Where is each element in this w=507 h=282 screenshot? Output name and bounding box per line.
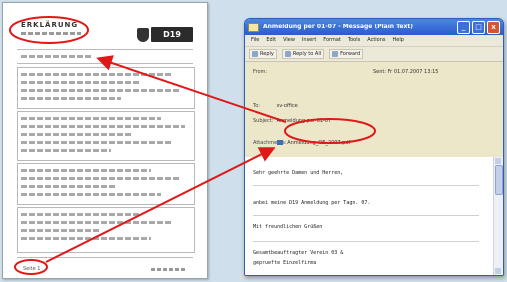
highlight-ellipse-footer <box>14 259 48 275</box>
highlight-ellipse-title <box>9 16 89 44</box>
highlight-ellipse-subject <box>284 118 376 144</box>
annotation-overlay <box>9 16 376 275</box>
arrow-subject-to-title <box>96 55 287 123</box>
arrow-footer-to-subject <box>45 147 276 263</box>
